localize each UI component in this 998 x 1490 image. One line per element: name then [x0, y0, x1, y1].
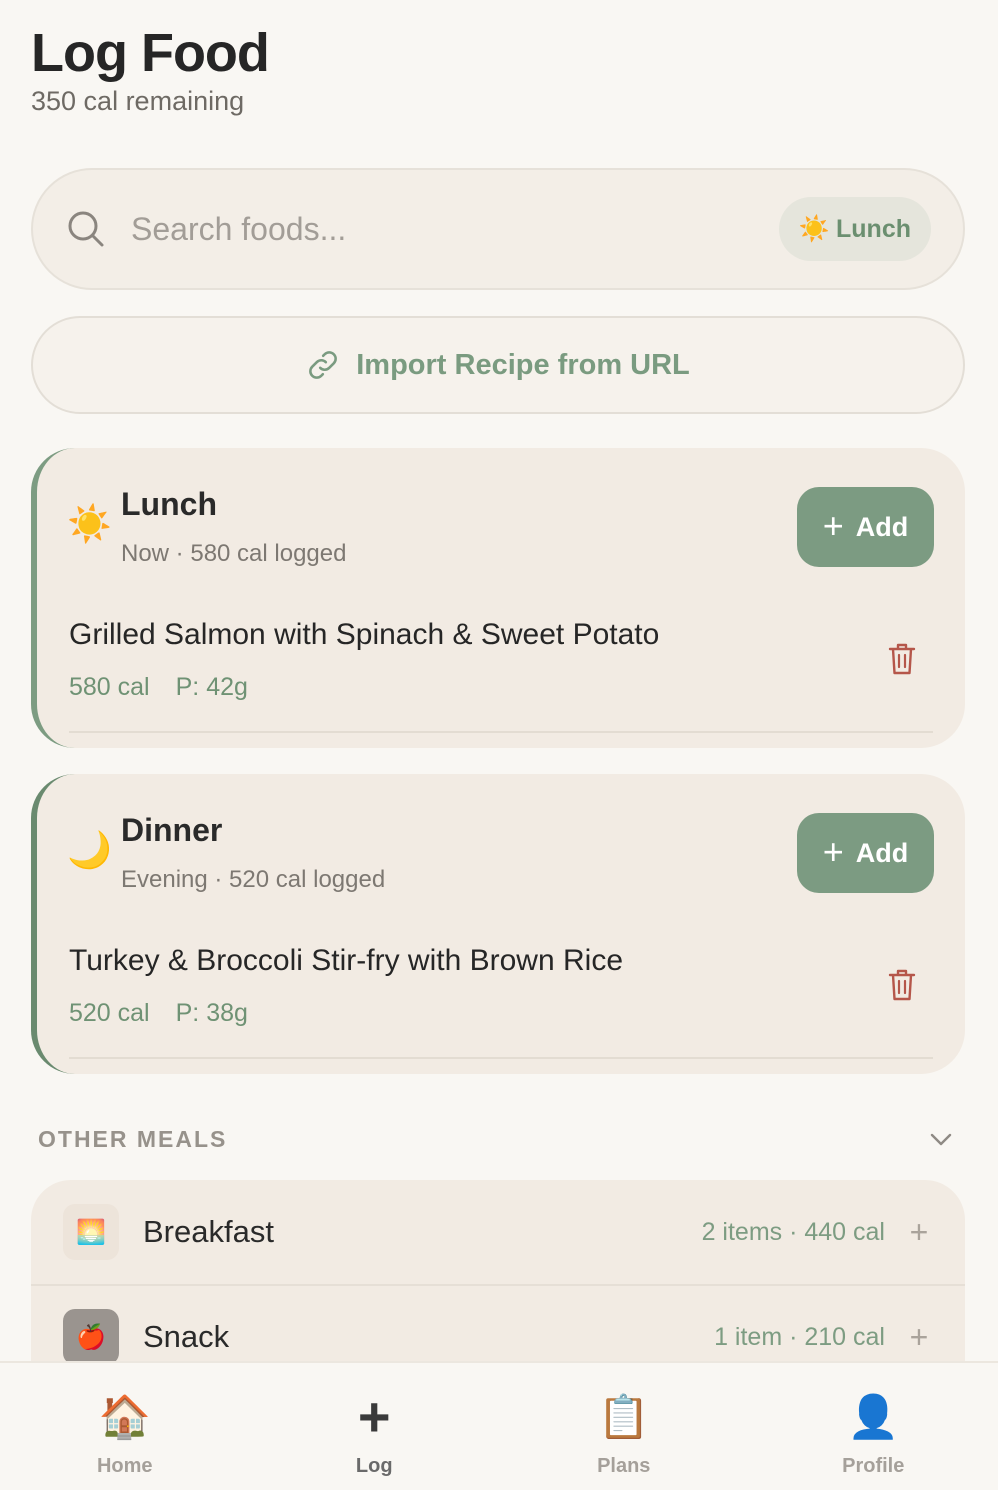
meal-subtitle: Now · 580 cal logged — [121, 540, 347, 567]
chevron-down-icon[interactable] — [928, 1127, 954, 1153]
tab-log[interactable]: + Log — [250, 1363, 500, 1490]
tab-label: Log — [355, 1455, 393, 1477]
meal-summary: 2 items · 440 cal — [701, 1217, 885, 1246]
tab-plans[interactable]: 📋 Plans — [499, 1363, 749, 1490]
meal-card-dinner: 🌙 Dinner Evening · 520 cal logged + Add … — [31, 774, 965, 1074]
clipboard-icon: 📋 — [597, 1393, 650, 1440]
sunrise-icon: 🌅 — [63, 1204, 119, 1260]
plus-icon[interactable]: + — [905, 1214, 933, 1251]
link-icon — [309, 351, 338, 379]
tab-profile[interactable]: 👤 Profile — [749, 1363, 998, 1490]
search-icon — [68, 211, 104, 247]
add-dinner-button[interactable]: + Add — [797, 813, 934, 893]
trash-icon[interactable] — [887, 642, 917, 676]
moon-icon: 🌙 — [67, 829, 112, 870]
tab-label: Plans — [597, 1455, 651, 1477]
meal-name: Lunch — [121, 486, 217, 522]
meal-selector-chip[interactable]: ☀️ Lunch — [778, 197, 931, 261]
page-title: Log Food — [31, 23, 270, 83]
meal-summary: 1 item · 210 cal — [714, 1322, 885, 1351]
section-title: OTHER MEALS — [38, 1126, 228, 1152]
plus-icon[interactable]: + — [905, 1319, 933, 1356]
search-input[interactable] — [131, 210, 779, 248]
add-lunch-button[interactable]: + Add — [797, 487, 934, 567]
log-food-screen: Log Food 350 cal remaining ☀️ Lunch Impo… — [0, 0, 998, 1490]
tab-home[interactable]: 🏠 Home — [0, 1363, 250, 1490]
food-item-macros: 520 cal P: 38g — [69, 999, 248, 1028]
food-calories: 520 cal — [69, 999, 150, 1027]
food-item-name: Grilled Salmon with Spinach & Sweet Pota… — [69, 618, 660, 651]
plus-icon: + — [822, 830, 844, 872]
plus-icon: + — [822, 504, 844, 546]
calories-remaining: 350 cal remaining — [31, 86, 245, 116]
tab-label: Home — [96, 1455, 153, 1477]
meal-name: Snack — [143, 1319, 230, 1354]
food-protein: P: 42g — [175, 673, 248, 701]
profile-icon: 👤 — [847, 1393, 900, 1440]
page-header: Log Food 350 cal remaining — [31, 22, 270, 117]
meal-chip-label: Lunch — [836, 214, 911, 243]
food-item-name: Turkey & Broccoli Stir-fry with Brown Ri… — [69, 944, 624, 977]
divider — [69, 1057, 933, 1059]
other-meals-header[interactable]: OTHER MEALS — [38, 1126, 958, 1153]
trash-icon[interactable] — [887, 968, 917, 1002]
home-icon: 🏠 — [98, 1393, 151, 1440]
meal-name: Breakfast — [143, 1214, 274, 1249]
food-calories: 580 cal — [69, 673, 150, 701]
divider — [69, 731, 933, 733]
add-button-label: Add — [855, 511, 909, 542]
food-protein: P: 38g — [175, 999, 248, 1027]
import-recipe-button[interactable]: Import Recipe from URL — [31, 316, 965, 414]
add-button-label: Add — [855, 837, 909, 868]
search-bar[interactable]: ☀️ Lunch — [31, 168, 965, 290]
sun-icon: ☀️ — [798, 214, 830, 243]
tab-label: Profile — [842, 1455, 905, 1477]
food-item-macros: 580 cal P: 42g — [69, 673, 248, 702]
meal-card-lunch: ☀️ Lunch Now · 580 cal logged + Add Gril… — [31, 448, 965, 748]
list-item-breakfast[interactable]: 🌅 Breakfast 2 items · 440 cal + — [31, 1180, 965, 1284]
bottom-tab-bar: 🏠 Home + Log 📋 Plans 👤 Profile — [0, 1361, 998, 1490]
sun-icon: ☀️ — [67, 503, 112, 544]
apple-icon: 🍎 — [63, 1309, 119, 1365]
plus-icon: + — [357, 1385, 391, 1448]
meal-name: Dinner — [121, 812, 223, 848]
meal-subtitle: Evening · 520 cal logged — [121, 866, 386, 893]
import-recipe-label: Import Recipe from URL — [356, 348, 690, 381]
